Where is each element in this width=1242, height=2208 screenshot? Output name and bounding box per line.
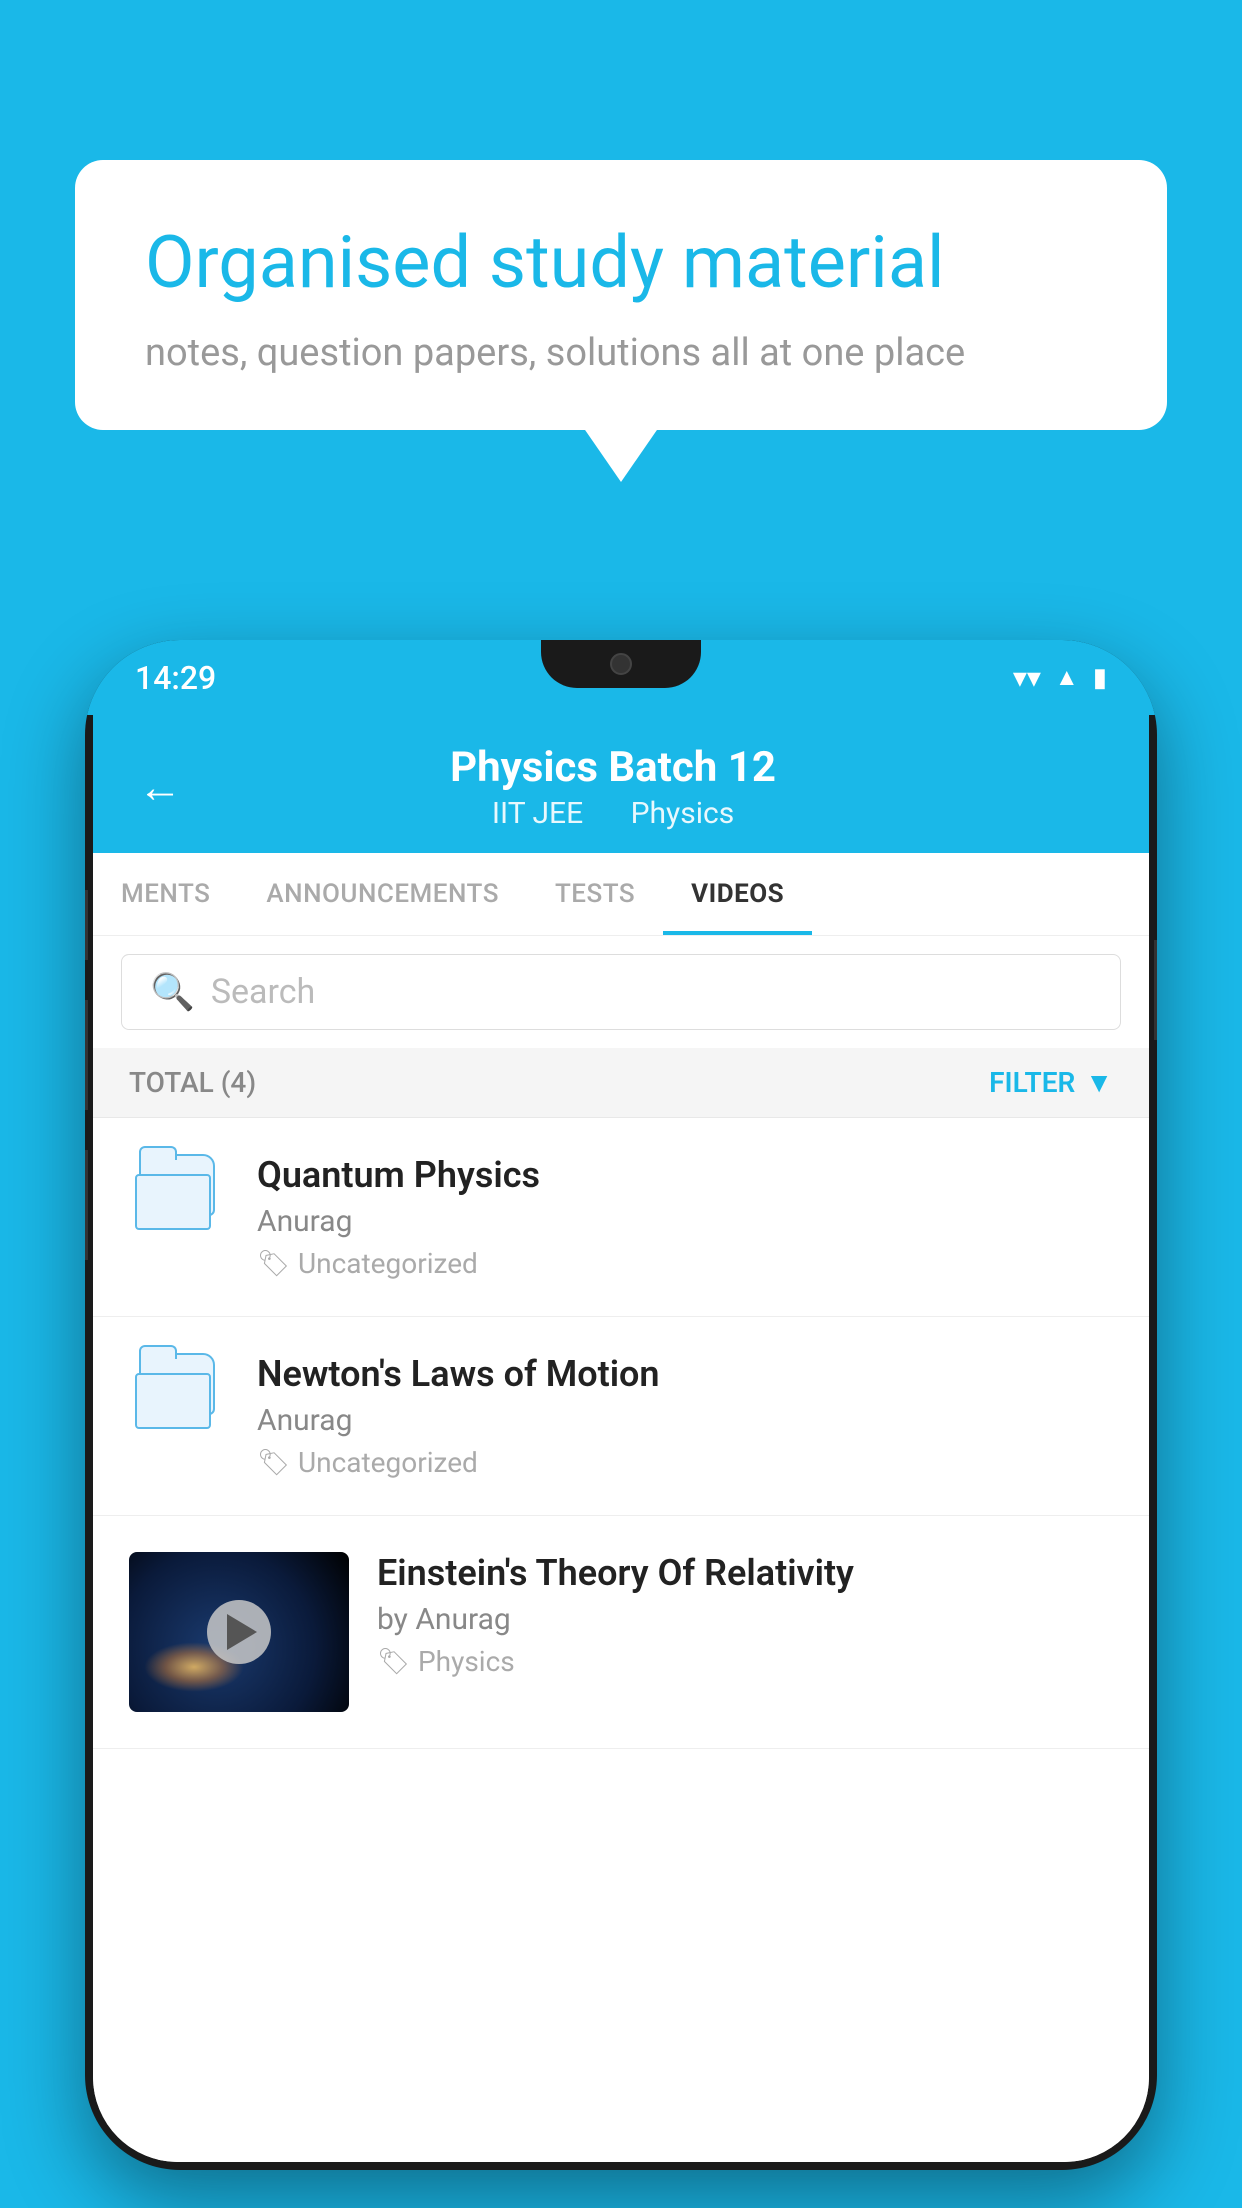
camera (610, 653, 632, 675)
item-thumbnail (129, 1154, 229, 1230)
content-area: Quantum Physics Anurag 🏷 Uncategorized (93, 1118, 1149, 2162)
tab-videos[interactable]: VIDEOS (663, 853, 812, 935)
status-bar: 14:29 ▾▾ ▲ ▮ (85, 640, 1157, 715)
volume-up-button (85, 1000, 88, 1110)
item-title: Quantum Physics (257, 1154, 1113, 1196)
filter-label: FILTER (989, 1066, 1075, 1099)
tag-label: Uncategorized (298, 1446, 478, 1479)
list-item[interactable]: Quantum Physics Anurag 🏷 Uncategorized (93, 1118, 1149, 1317)
header-subtitle: IIT JEE Physics (212, 796, 1014, 831)
list-item[interactable]: Einstein's Theory Of Relativity by Anura… (93, 1516, 1149, 1749)
search-icon: 🔍 (150, 971, 195, 1013)
play-button[interactable] (207, 1600, 271, 1664)
item-info: Einstein's Theory Of Relativity by Anura… (377, 1552, 1113, 1678)
filter-row: TOTAL (4) FILTER ▼ (93, 1048, 1149, 1118)
tag-label: Uncategorized (298, 1247, 478, 1280)
speech-bubble: Organised study material notes, question… (75, 160, 1167, 430)
wifi-icon: ▾▾ (1013, 661, 1041, 694)
speech-bubble-container: Organised study material notes, question… (75, 160, 1167, 430)
folder-icon (135, 1353, 223, 1429)
search-bar-container: 🔍 Search (93, 936, 1149, 1048)
tag-icon: 🏷 (377, 1647, 410, 1677)
item-tag: 🏷 Uncategorized (257, 1446, 1113, 1479)
item-author: Anurag (257, 1204, 1113, 1239)
folder-icon (135, 1154, 223, 1230)
tag-label: Physics (418, 1645, 515, 1678)
status-icons: ▾▾ ▲ ▮ (1013, 661, 1107, 694)
tab-announcements[interactable]: ANNOUNCEMENTS (238, 853, 527, 935)
volume-down-button (85, 1150, 88, 1260)
battery-icon: ▮ (1093, 663, 1107, 693)
tag-icon: 🏷 (257, 1249, 290, 1279)
folder-front (135, 1373, 211, 1429)
speech-bubble-subtitle: notes, question papers, solutions all at… (145, 331, 1097, 375)
item-tag: 🏷 Uncategorized (257, 1247, 1113, 1280)
tag-icon: 🏷 (257, 1448, 290, 1478)
tab-ments[interactable]: MENTS (93, 853, 238, 935)
item-info: Quantum Physics Anurag 🏷 Uncategorized (257, 1154, 1113, 1280)
signal-icon: ▲ (1055, 663, 1079, 692)
item-thumbnail (129, 1353, 229, 1429)
notch (541, 640, 701, 688)
back-button[interactable]: ← (138, 761, 182, 813)
search-bar[interactable]: 🔍 Search (121, 954, 1121, 1030)
item-author: Anurag (257, 1403, 1113, 1438)
filter-icon: ▼ (1085, 1066, 1113, 1099)
tab-tests[interactable]: TESTS (527, 853, 663, 935)
header-title-group: Physics Batch 12 IIT JEE Physics (212, 743, 1014, 831)
speech-bubble-title: Organised study material (145, 220, 1097, 306)
play-triangle-icon (227, 1614, 257, 1650)
item-info: Newton's Laws of Motion Anurag 🏷 Uncateg… (257, 1353, 1113, 1479)
tabs-bar: MENTS ANNOUNCEMENTS TESTS VIDEOS (93, 853, 1149, 936)
header-title: Physics Batch 12 (212, 743, 1014, 792)
folder-front (135, 1174, 211, 1230)
header-subtitle-iit: IIT JEE (492, 796, 583, 831)
total-count: TOTAL (4) (129, 1066, 256, 1099)
video-thumbnail (129, 1552, 349, 1712)
phone-screen: ← Physics Batch 12 IIT JEE Physics MENTS… (93, 715, 1149, 2162)
item-tag: 🏷 Physics (377, 1645, 1113, 1678)
search-placeholder: Search (211, 972, 315, 1012)
status-time: 14:29 (135, 659, 216, 697)
power-button (1154, 940, 1157, 1040)
list-item[interactable]: Newton's Laws of Motion Anurag 🏷 Uncateg… (93, 1317, 1149, 1516)
phone-mockup: 14:29 ▾▾ ▲ ▮ ← Physics Batch 12 IIT JEE … (85, 640, 1157, 2170)
header-subtitle-physics: Physics (631, 796, 735, 831)
filter-button[interactable]: FILTER ▼ (989, 1066, 1113, 1099)
mute-button (85, 890, 88, 960)
item-title: Newton's Laws of Motion (257, 1353, 1113, 1395)
item-title: Einstein's Theory Of Relativity (377, 1552, 1113, 1594)
app-header: ← Physics Batch 12 IIT JEE Physics (93, 715, 1149, 853)
item-author: by Anurag (377, 1602, 1113, 1637)
